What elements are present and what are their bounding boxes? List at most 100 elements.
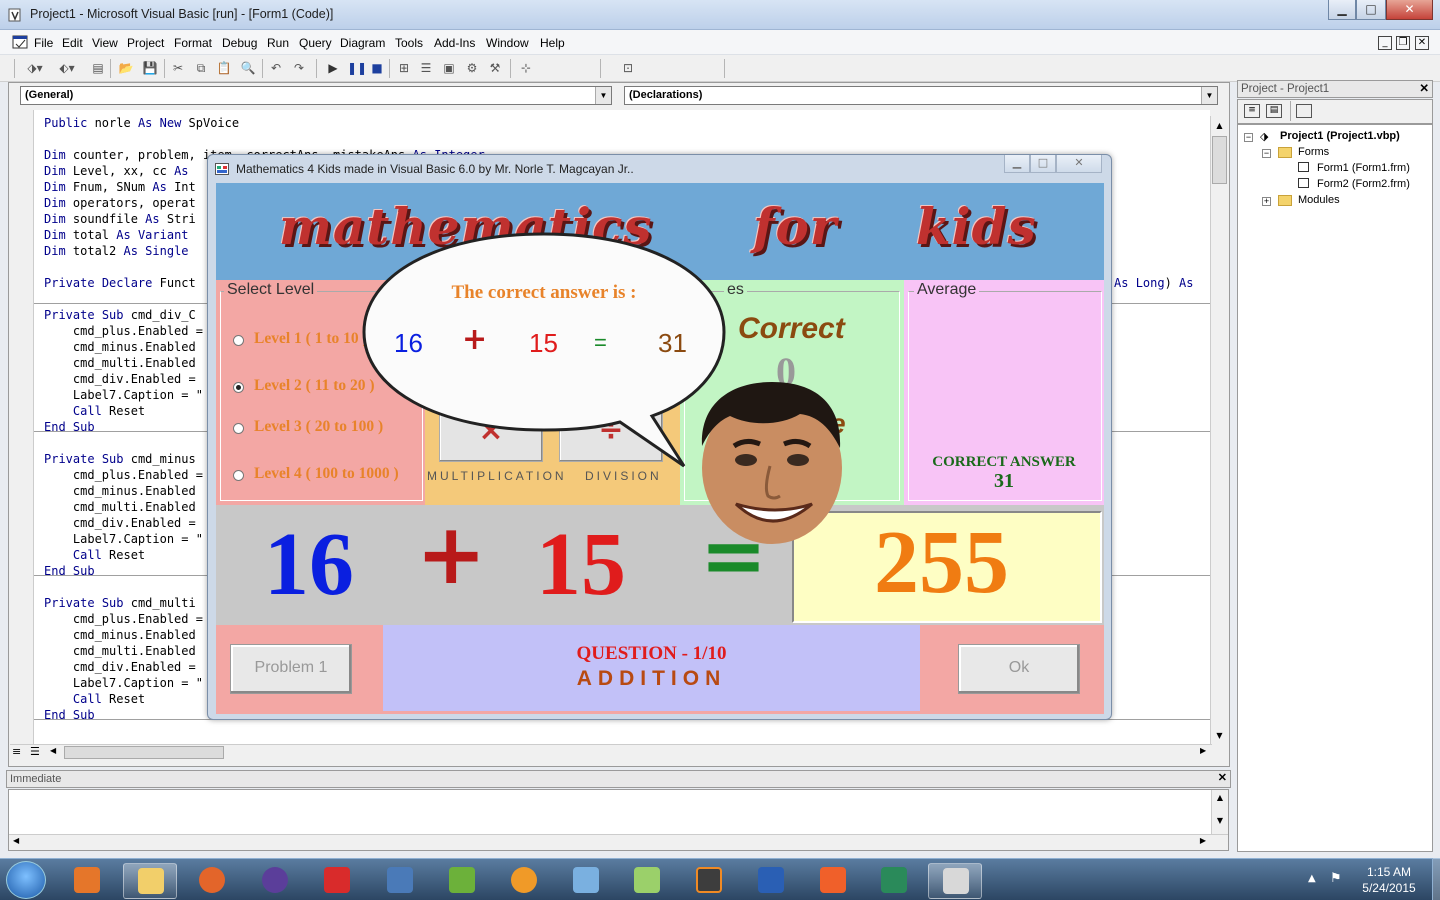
system-clock[interactable]: 1:15 AM 5/24/2015 [1352, 864, 1426, 896]
menu-debug[interactable]: Debug [222, 36, 257, 50]
code-line[interactable]: Call Reset [44, 691, 145, 707]
maximize-button[interactable]: □ [1356, 0, 1386, 20]
code-line[interactable]: cmd_multi.Enabled [44, 643, 196, 659]
collapse-icon[interactable]: − [1244, 133, 1253, 142]
code-line[interactable]: Label7.Caption = " [44, 675, 203, 691]
toggle-folders-icon[interactable] [1296, 104, 1312, 118]
data-view-icon[interactable]: ⊹ [518, 60, 534, 76]
procedure-combo[interactable]: (Declarations) ▼ [624, 86, 1218, 105]
code-line[interactable]: Private Sub cmd_div_C [44, 307, 196, 323]
menu-project[interactable]: Project [127, 36, 164, 50]
close-icon[interactable]: ✕ [1419, 81, 1429, 95]
scroll-down-icon[interactable]: ▼ [1212, 816, 1228, 825]
break-icon[interactable]: ❚❚ [347, 60, 367, 76]
app-minimize-button[interactable]: ▁ [1004, 155, 1030, 173]
code-line[interactable]: Dim Fnum, SNum As Int [44, 179, 196, 195]
immediate-window[interactable]: ▲ ▼ ◀ ▶ [8, 789, 1229, 851]
properties-window-icon[interactable]: ☰ [418, 60, 434, 76]
view-code-icon[interactable]: ≡ [1244, 104, 1260, 118]
start-icon[interactable]: ▶ [325, 60, 341, 76]
code-line[interactable]: cmd_div.Enabled = [44, 659, 196, 675]
app-close-button[interactable]: ✕ [1056, 155, 1102, 173]
scroll-up-icon[interactable]: ▲ [1212, 793, 1228, 802]
form-layout-icon[interactable]: ▣ [441, 60, 457, 76]
collapse-icon[interactable]: − [1262, 149, 1271, 158]
code-line[interactable]: cmd_div.Enabled = [44, 515, 196, 531]
tree-forms-folder[interactable]: Forms [1298, 146, 1329, 158]
full-module-view-icon[interactable]: ☰ [30, 745, 40, 758]
taskbar-explorer[interactable] [123, 863, 177, 899]
code-line[interactable]: Call Reset [44, 403, 145, 419]
code-line[interactable]: Call Reset [44, 547, 145, 563]
code-line[interactable]: Dim operators, operat [44, 195, 196, 211]
find-icon[interactable]: 🔍 [240, 60, 256, 76]
code-line[interactable]: Dim total2 As Single [44, 243, 189, 259]
expand-icon[interactable]: + [1262, 197, 1271, 206]
menu-view[interactable]: View [92, 36, 118, 50]
scroll-right-icon[interactable]: ▶ [1200, 746, 1206, 755]
tree-project-root[interactable]: Project1 (Project1.vbp) [1280, 130, 1400, 142]
code-line[interactable]: cmd_plus.Enabled = [44, 611, 203, 627]
close-icon[interactable]: ✕ [1218, 771, 1227, 784]
add-form-icon[interactable]: ⬖▾ [54, 60, 80, 76]
taskbar-virtualbox[interactable] [559, 863, 613, 899]
action-center-flag-icon[interactable]: ⚑ [1330, 871, 1342, 886]
show-desktop-button[interactable] [1432, 858, 1440, 900]
taskbar-media-player[interactable] [60, 863, 114, 899]
scroll-left-icon[interactable]: ◀ [13, 836, 19, 845]
mdi-restore-button[interactable]: ❐ [1396, 36, 1410, 50]
code-line[interactable]: Dim soundfile As Stri [44, 211, 196, 227]
code-line[interactable]: cmd_plus.Enabled = [44, 323, 203, 339]
code-line[interactable]: End Sub [44, 563, 95, 579]
level1-radio[interactable] [233, 335, 244, 346]
code-line[interactable]: cmd_plus.Enabled = [44, 467, 203, 483]
taskbar-notepadpp[interactable] [620, 863, 674, 899]
menu-run[interactable]: Run [267, 36, 289, 50]
level4-label[interactable]: Level 4 ( 100 to 1000 ) [254, 465, 399, 483]
problem-button[interactable]: Problem 1 [230, 644, 352, 694]
tree-form1[interactable]: Form1 (Form1.frm) [1317, 162, 1410, 174]
show-hidden-icons[interactable]: ▲ [1308, 873, 1316, 884]
code-line[interactable]: Private Sub cmd_minus [44, 451, 196, 467]
taskbar-window[interactable] [867, 863, 921, 899]
chevron-down-icon[interactable]: ▼ [595, 87, 611, 104]
taskbar-pdf[interactable] [310, 863, 364, 899]
code-line[interactable]: Label7.Caption = " [44, 387, 203, 403]
menu-addins[interactable]: Add-Ins [434, 36, 475, 50]
menu-diagram[interactable]: Diagram [340, 36, 385, 50]
level4-radio[interactable] [233, 470, 244, 481]
code-line[interactable]: Private Declare Funct [44, 275, 196, 291]
code-window-icon[interactable] [12, 35, 28, 50]
end-icon[interactable]: ■ [369, 60, 385, 76]
view-object-icon[interactable]: ▤ [1266, 104, 1282, 118]
undo-icon[interactable]: ↶ [268, 60, 284, 76]
code-line[interactable]: cmd_minus.Enabled [44, 483, 196, 499]
object-combo[interactable]: (General) ▼ [20, 86, 612, 105]
ok-button[interactable]: Ok [958, 644, 1080, 694]
menu-editor-icon[interactable]: ▤ [90, 60, 106, 76]
menu-file[interactable]: File [34, 36, 53, 50]
taskbar-sublime[interactable] [682, 863, 736, 899]
code-horizontal-scrollbar[interactable]: ≡ ☰ ◀ ▶ [10, 744, 1212, 760]
chevron-down-icon[interactable]: ▼ [1201, 87, 1217, 104]
code-line[interactable]: Dim total As Variant [44, 227, 189, 243]
procedure-view-icon[interactable]: ≡ [12, 745, 21, 758]
taskbar-arduino[interactable] [497, 863, 551, 899]
level2-radio[interactable] [233, 382, 244, 393]
start-button[interactable] [6, 861, 46, 899]
code-line[interactable]: cmd_minus.Enabled [44, 627, 196, 643]
app-maximize-button[interactable]: □ [1030, 155, 1056, 173]
redo-icon[interactable]: ↷ [291, 60, 307, 76]
menu-format[interactable]: Format [174, 36, 212, 50]
scroll-right-icon[interactable]: ▶ [1200, 836, 1206, 845]
taskbar-xampp[interactable] [806, 863, 860, 899]
code-line[interactable]: cmd_multi.Enabled [44, 355, 196, 371]
code-vertical-scrollbar[interactable]: ▲ ▼ [1210, 116, 1228, 746]
menu-tools[interactable]: Tools [395, 36, 423, 50]
menu-help[interactable]: Help [540, 36, 565, 50]
add-project-icon[interactable]: ⬗▾ [22, 60, 48, 76]
scroll-thumb[interactable] [64, 746, 224, 759]
taskbar-app-green[interactable] [435, 863, 489, 899]
code-line[interactable]: cmd_multi.Enabled [44, 499, 196, 515]
mdi-close-button[interactable]: ✕ [1415, 36, 1429, 50]
